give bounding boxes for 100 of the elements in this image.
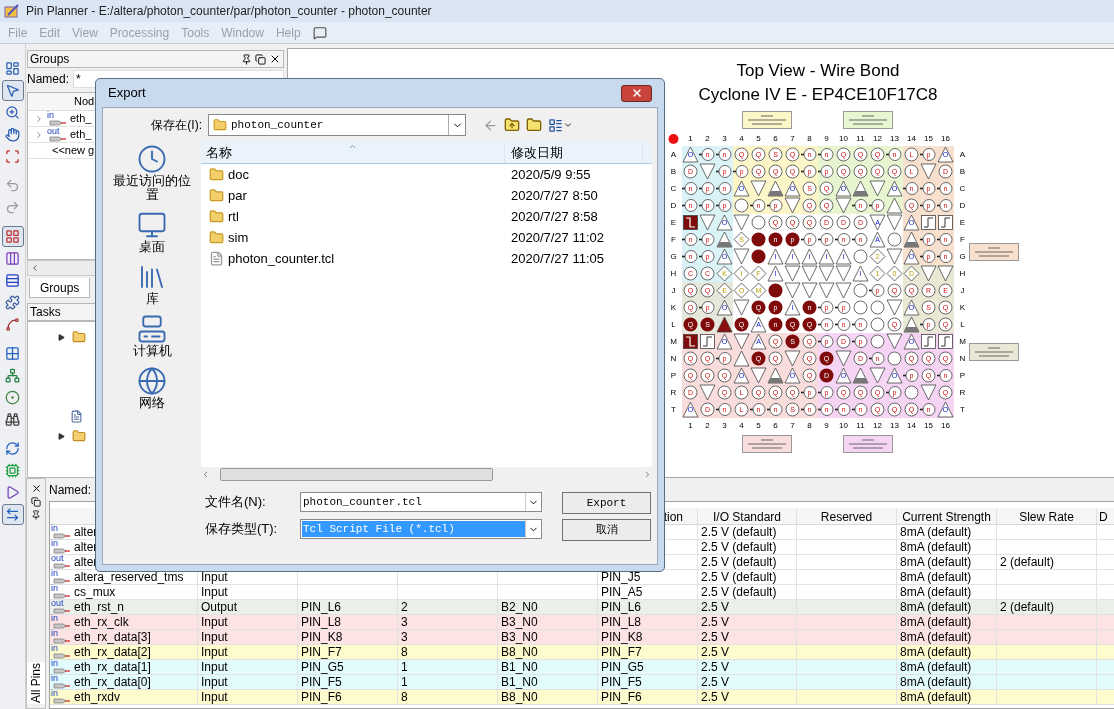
file-row[interactable]: sim 2020/7/27 11:02 [201,227,652,248]
tab[interactable]: Groups [29,278,91,298]
table-cell: Input [201,690,228,704]
close-icon[interactable] [269,53,281,65]
pin-symbol[interactable] [767,367,784,384]
save-in-combo[interactable]: photon_counter [208,114,466,136]
column-header[interactable]: 修改日期 [505,142,643,163]
up-folder-icon[interactable] [504,117,520,133]
pin-symbol[interactable] [767,180,784,197]
column-number: 10 [838,133,849,145]
pin-symbol[interactable] [750,231,767,248]
float-icon[interactable] [31,497,41,507]
dialog-button[interactable]: 取消 [562,519,651,541]
scroll-thumb[interactable] [220,468,493,481]
folder-icon[interactable] [72,429,86,443]
app-icon [4,3,20,19]
pin-symbol[interactable] [869,333,886,350]
column-header[interactable]: I/O Standard [698,508,797,524]
pin-symbol[interactable] [733,197,750,214]
table-row[interactable]: in eth_rxdv Input PIN_F6 8 B8_N0 PIN_F6 2.5 V 8mA (default) [50,690,1114,705]
pin-symbol[interactable] [937,214,954,231]
pin-symbol[interactable] [903,384,920,401]
float-icon[interactable] [255,53,266,65]
scroll-left-icon[interactable] [30,263,40,273]
pin-symbol[interactable] [852,248,869,265]
expander-icon[interactable] [58,334,65,341]
column-header[interactable]: Nod [74,93,95,110]
close-button[interactable] [621,84,652,102]
column-number: 14 [906,133,917,145]
column-header[interactable]: Slew Rate [997,508,1097,524]
pin-icon[interactable] [31,510,41,520]
side-tab[interactable]: All Pins [27,662,45,704]
places-item[interactable]: 计算机 [107,314,197,358]
table-row[interactable]: in eth_rx_data[3] Input PIN_K8 3 B3_N0 PIN_K8 2.5 V 8mA (default) [50,630,1114,645]
pin-symbol[interactable] [886,231,903,248]
places-item[interactable]: 桌面 [107,210,197,254]
back-icon[interactable] [483,117,498,133]
filetype-combo[interactable]: Tcl Script File (*.tcl) [300,519,542,539]
swap-icon[interactable] [1,504,24,525]
places-item[interactable]: 库 [107,262,197,306]
table-row[interactable]: in eth_rx_data[0] Input PIN_F5 1 B1_N0 PIN_F5 2.5 V 8mA (default) [50,675,1114,690]
expand-icon[interactable] [34,129,44,140]
table-row[interactable]: in eth_rx_data[2] Input PIN_F7 8 B8_N0 PIN_F7 2.5 V 8mA (default) [50,645,1114,660]
new-folder-icon[interactable] [526,117,542,133]
pin-symbol[interactable] [750,214,767,231]
pin-symbol[interactable] [886,350,903,367]
pin-symbol[interactable] [852,299,869,316]
places-item[interactable]: 网络 [107,366,197,410]
table-row[interactable]: out eth_rst_n Output PIN_L6 2 B2_N0 PIN_L6 2.5 V 8mA (default) 2 (default) [50,600,1114,615]
folder-icon[interactable] [72,330,86,344]
table-cell: 8 [401,645,408,659]
dialog-button[interactable]: Export [562,492,651,514]
pin-symbol[interactable] [716,316,733,333]
scroll-right-icon[interactable] [643,470,652,479]
view-menu-icon[interactable] [548,117,573,133]
expander-icon[interactable] [58,433,65,440]
pin-symbol[interactable] [852,282,869,299]
pin-symbol[interactable] [869,299,886,316]
row-letter: M [669,336,678,348]
pin-symbol[interactable] [852,180,869,197]
pin-symbol[interactable] [903,231,920,248]
column-header[interactable]: Current Strength [897,508,997,524]
file-row[interactable]: rtl 2020/7/27 8:58 [201,206,652,227]
column-number: 3 [721,420,728,432]
pin-symbol[interactable] [852,367,869,384]
pin-symbol[interactable] [682,333,699,350]
pin-symbol[interactable] [716,231,733,248]
expand-icon[interactable] [34,113,44,124]
pin-symbol[interactable] [920,214,937,231]
column-header[interactable]: 名称 [201,142,505,163]
device-title: Cyclone IV E - EP4CE10F17C8 [698,84,938,106]
row-letter: D [958,200,967,212]
close-icon[interactable] [30,483,42,494]
pin-symbol[interactable] [903,316,920,333]
file-row[interactable]: par 2020/7/27 8:50 [201,185,652,206]
table-row[interactable]: in eth_rx_clk Input PIN_L8 3 B3_N0 PIN_L8 2.5 V 8mA (default) [50,615,1114,630]
pin-symbol[interactable] [750,248,767,265]
row-letter: A [669,149,678,161]
pin-symbol[interactable] [767,282,784,299]
pin-icon[interactable] [241,53,252,65]
pin-symbol[interactable] [937,333,954,350]
column-header[interactable]: Reserved [797,508,897,524]
scroll-left-icon[interactable] [201,470,210,479]
file-row[interactable]: photon_counter.tcl 2020/7/27 11:05 [201,248,652,269]
places-item[interactable]: 最近访问的位置 [107,144,197,202]
chat-icon[interactable] [312,25,327,40]
pointer-icon[interactable] [1,80,24,101]
file-row[interactable]: doc 2020/5/9 9:55 [201,164,652,185]
pin-symbol[interactable] [682,214,699,231]
table-cell: cs_mux [74,585,116,599]
table-cell: PIN_F6 [301,690,342,704]
filename-combo[interactable]: photon_counter.tcl [300,492,542,512]
pin-symbol[interactable] [869,316,886,333]
table-row[interactable]: in eth_rx_data[1] Input PIN_G5 1 B1_N0 PIN_G5 2.5 V 8mA (default) [50,660,1114,675]
pin-symbol[interactable] [920,333,937,350]
row-letter: B [669,166,678,178]
column-header[interactable]: D [1097,508,1114,524]
pin-symbol[interactable] [699,333,716,350]
grid-icon[interactable] [1,226,24,247]
task-icon [70,410,83,423]
